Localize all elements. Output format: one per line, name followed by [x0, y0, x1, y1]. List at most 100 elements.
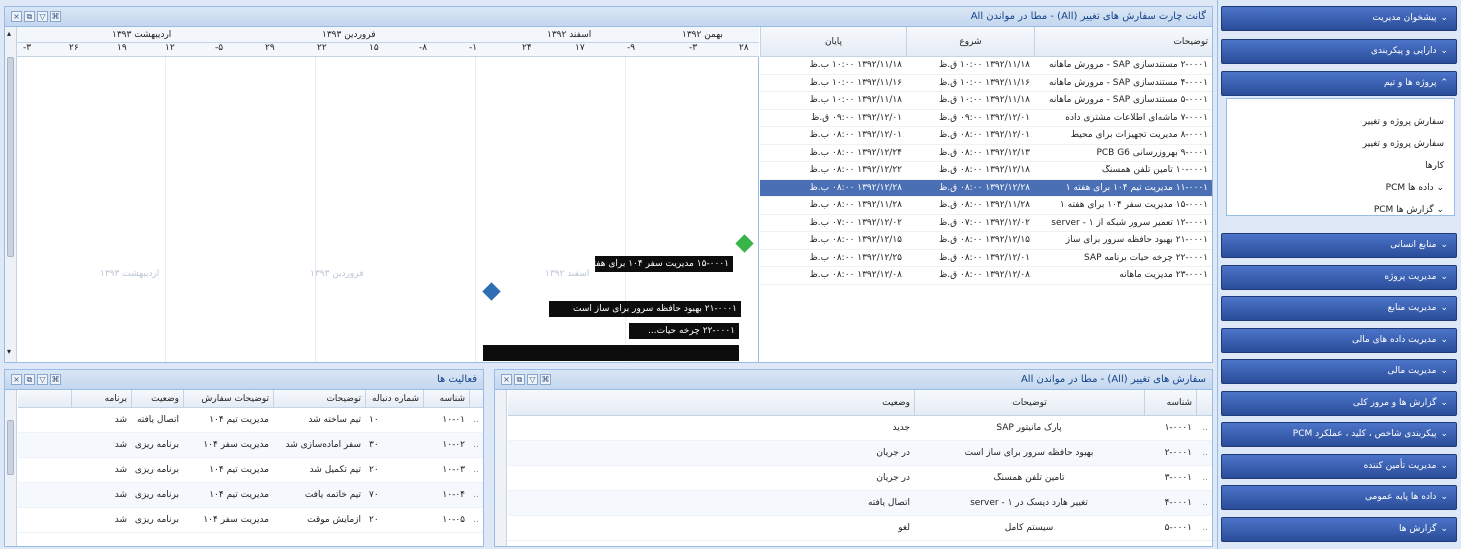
chart-scroll-thumb[interactable] [7, 57, 14, 257]
row-handle[interactable]: .. [1196, 423, 1212, 433]
nav-item-label: مدیریت تأمین کننده [1363, 460, 1437, 471]
row-handle[interactable]: .. [469, 490, 483, 500]
col-status[interactable]: وضعیت [131, 390, 183, 407]
col-count[interactable]: شماره دنباله [365, 390, 423, 407]
chevron-down-icon: ⌄ [1440, 334, 1448, 345]
restore-icon[interactable]: ⧉ [514, 374, 525, 385]
col-order[interactable]: توضیحات سفارش [183, 390, 273, 407]
gantt-row[interactable]: ۱۱-۰۰۰۱ مدیریت تیم ۱۰۴ برای هفته ۱ ۱۳۹۲/۱… [760, 179, 1212, 197]
order-row[interactable]: .. ۱-۰۰۰۱ پارک مانیتور SAP جدید [508, 416, 1212, 441]
gantt-row[interactable]: ۱۵-۰۰۰۱ مدیریت سفر ۱۰۴ برای هفته ۱ ۱۳۹۲/۱… [760, 197, 1212, 215]
row-start: ۱۳۹۲/۱۱/۲۸ ۰۸:۰۰ ق.ظ [938, 200, 1030, 211]
col-num[interactable]: شناسه [1144, 390, 1196, 415]
row-handle[interactable]: .. [1196, 498, 1212, 508]
row-description: ۴-۰۰۰۱ مستندسازی SAP - مرورش ماهانه [1049, 77, 1208, 88]
gantt-row[interactable]: ۱۲-۰۰۰۱ تعمیر سرور شبکه از ۱ - server ۱۳۹… [760, 215, 1212, 232]
submenu-item[interactable]: سفارش پروژه و تغییر [1227, 133, 1444, 155]
cell-count: ۷۰ [369, 490, 379, 500]
row-handle[interactable]: .. [1196, 473, 1212, 483]
order-row[interactable]: .. ۵-۰۰۰۱ سیستم کامل لغو [508, 516, 1212, 541]
activity-row[interactable]: .. ۱۰-۰۴ ۷۰ تیم خاتمه یافت مدیریت تیم ۱۰۴ برن… [18, 483, 483, 508]
gantt-bar[interactable]: ۲۲-۰۰۰۱ چرخه حیات... [629, 323, 739, 339]
col-desc[interactable]: توضیحات [914, 390, 1144, 415]
gantt-row[interactable]: ۵-۰۰۰۱ مستندسازی SAP - مرورش ماهانه ۱۳۹۲/… [760, 92, 1212, 110]
nav-item[interactable]: ⌄مدیریت مالی [1221, 359, 1457, 384]
row-handle[interactable]: .. [469, 440, 483, 450]
activity-row[interactable]: .. ۱۰-۰۲ ۳۰ سفر آماده‌سازی شد مدیریت سفر ۱۰۴… [18, 433, 483, 458]
filter-icon[interactable]: ▽ [37, 374, 48, 385]
orders-grid-body: .. ۱-۰۰۰۱ پارک مانیتور SAP جدید.. ۲-۰۰۰۱ بهبو… [508, 416, 1212, 541]
nav-item-projects[interactable]: ⌃پروژه ها و تیم [1221, 71, 1457, 96]
gantt-row[interactable]: ۲۱-۰۰۰۱ بهبود حافظه سرور برای ساز ۱۳۹۲/۱۲… [760, 232, 1212, 250]
chart-vertical-scrollbar[interactable]: ▴ ▾ [5, 27, 17, 362]
nav-item[interactable]: ⌄گزارش ها [1221, 516, 1457, 542]
col-desc[interactable]: توضیحات [273, 390, 365, 407]
col-description[interactable]: توضیحات [1034, 27, 1212, 56]
activity-row[interactable]: .. ۱۰-۰۱ ۱۰ تیم ساخته شد مدیریت تیم ۱۰۴ اتصال… [18, 408, 483, 433]
row-handle[interactable]: .. [469, 415, 483, 425]
order-row[interactable]: .. ۴-۰۰۰۱ تغییر هارد دیسک در ۱ - server اتص… [508, 491, 1212, 516]
close-icon[interactable]: × [501, 374, 512, 385]
nav-item[interactable]: ⌄داده ها پایه عمومی [1221, 485, 1457, 510]
gantt-row[interactable]: ۸-۰۰۰۱ مدیریت تجهیزات برای محیط ۱۳۹۲/۱۲/۰… [760, 127, 1212, 145]
submenu-item[interactable]: سفارش پروژه و تغییر [1227, 111, 1444, 133]
activities-scroll-thumb[interactable] [7, 420, 14, 475]
nav-item[interactable]: ⌄مدیریت داده های مالی [1221, 327, 1457, 353]
activity-row[interactable]: .. ۱۰-۰۳ ۲۰ تیم تکمیل شد مدیریت تیم ۱۰۴ برنام… [18, 458, 483, 483]
row-end: ۱۳۹۲/۱۲/۰۲ ۰۷:۰۰ ب.ظ [809, 217, 902, 228]
filter-icon[interactable]: ▽ [527, 374, 538, 385]
col-end[interactable]: پایان [760, 27, 906, 56]
gantt-bar-partial[interactable] [483, 345, 739, 361]
gantt-bar[interactable]: ۲۱-۰۰۰۱ بهبود حافظه سرور برای ساز است [549, 301, 741, 317]
row-handle[interactable]: .. [1196, 448, 1212, 458]
close-icon[interactable]: × [11, 11, 22, 22]
gantt-row[interactable]: ۹-۰۰۰۱ بهروزرسانی PCB G6 ۱۳۹۲/۱۲/۱۳ ۰۸:۰۰… [760, 145, 1212, 162]
col-program[interactable]: برنامه [71, 390, 131, 407]
cell-desc: تیم تکمیل شد [309, 465, 361, 475]
restore-icon[interactable]: ⧉ [24, 374, 35, 385]
scroll-down-icon[interactable]: ▾ [7, 347, 11, 356]
order-row[interactable]: .. ۲-۰۰۰۱ بهبود حافظه سرور برای ساز است در … [508, 441, 1212, 466]
row-handle[interactable]: .. [1196, 523, 1212, 533]
col-num[interactable]: شناسه [423, 390, 469, 407]
gantt-row[interactable]: ۲۳-۰۰۰۱ مدیریت ماهانه ۱۳۹۲/۱۲/۰۸ ۰۸:۰۰ ق.… [760, 267, 1212, 285]
gantt-row[interactable]: ۲۲-۰۰۰۱ چرخه حیات برنامه SAP ۱۳۹۲/۱۲/۰۱ ۰… [760, 250, 1212, 267]
submenu-item[interactable]: کارها [1227, 155, 1444, 177]
pin-icon[interactable]: ⌘ [50, 374, 61, 385]
submenu-item[interactable]: ⌄ گزارش ها PCM [1227, 199, 1444, 221]
gridline [165, 57, 166, 362]
nav-item[interactable]: ⌄منابع انسانی [1221, 233, 1457, 258]
pin-icon[interactable]: ⌘ [50, 11, 61, 22]
nav-item[interactable]: ⌄مدیریت تأمین کننده [1221, 453, 1457, 479]
row-end: ۱۳۹۲/۱۲/۲۴ ۰۸:۰۰ ب.ظ [809, 147, 902, 158]
restore-icon[interactable]: ⧉ [24, 11, 35, 22]
nav-item-dashboard[interactable]: ⌄پیشخوان مدیریت [1221, 6, 1457, 31]
milestone-marker[interactable] [735, 234, 754, 253]
activity-row[interactable]: .. ۱۰-۰۵ ۲۰ آزمایش موقت مدیریت سفر ۱۰۴ برنامه… [18, 508, 483, 533]
orders-scrollbar[interactable] [495, 390, 507, 546]
gantt-row[interactable]: ۲-۰۰۰۱ مستندسازی SAP - مرورش ماهانه ۱۳۹۲/… [760, 57, 1212, 75]
row-handle[interactable]: .. [469, 465, 483, 475]
row-handle[interactable]: .. [469, 515, 483, 525]
gantt-row[interactable]: ۱۰-۰۰۰۱ تأمین تلفن همسنگ ۱۳۹۲/۱۲/۱۸ ۰۸:۰۰… [760, 162, 1212, 180]
col-start[interactable]: شروع [906, 27, 1034, 56]
row-description: ۷-۰۰۰۱ ماشه‌ای اطلاعات مشتری داده [1065, 112, 1208, 123]
milestone-marker[interactable] [482, 282, 501, 301]
col-status[interactable]: وضعیت [508, 390, 914, 415]
scroll-up-icon[interactable]: ▴ [7, 29, 11, 38]
activities-scrollbar[interactable] [5, 390, 17, 546]
pin-icon[interactable]: ⌘ [540, 374, 551, 385]
nav-item[interactable]: ⌄مدیریت منابع [1221, 296, 1457, 321]
gantt-row[interactable]: ۴-۰۰۰۱ مستندسازی SAP - مرورش ماهانه ۱۳۹۲/… [760, 75, 1212, 92]
gantt-bar[interactable]: ۱۵-۰۰۰۱ مدیریت سفر ۱۰۴ برای هفته... [580, 256, 733, 272]
submenu-item[interactable]: ⌄ داده ها PCM [1227, 177, 1444, 199]
close-icon[interactable]: × [11, 374, 22, 385]
row-start: ۱۳۹۲/۱۲/۰۱ ۰۸:۰۰ ق.ظ [938, 130, 1030, 141]
nav-item[interactable]: ⌄مدیریت پروژه [1221, 264, 1457, 290]
nav-item[interactable]: ⌄پیکربندی شاخص ، کلید ، عملکرد PCM [1221, 422, 1457, 447]
nav-item[interactable]: ⌄گزارش ها و مرور کلی [1221, 390, 1457, 416]
filter-icon[interactable]: ▽ [37, 11, 48, 22]
order-row[interactable]: .. ۳-۰۰۰۱ تأمین تلفن همسنگ در جریان [508, 466, 1212, 491]
gantt-row[interactable]: ۷-۰۰۰۱ ماشه‌ای اطلاعات مشتری داده ۱۳۹۲/۱۲… [760, 110, 1212, 127]
nav-item-assets[interactable]: ⌄دارایی و پیکربندی [1221, 39, 1457, 64]
